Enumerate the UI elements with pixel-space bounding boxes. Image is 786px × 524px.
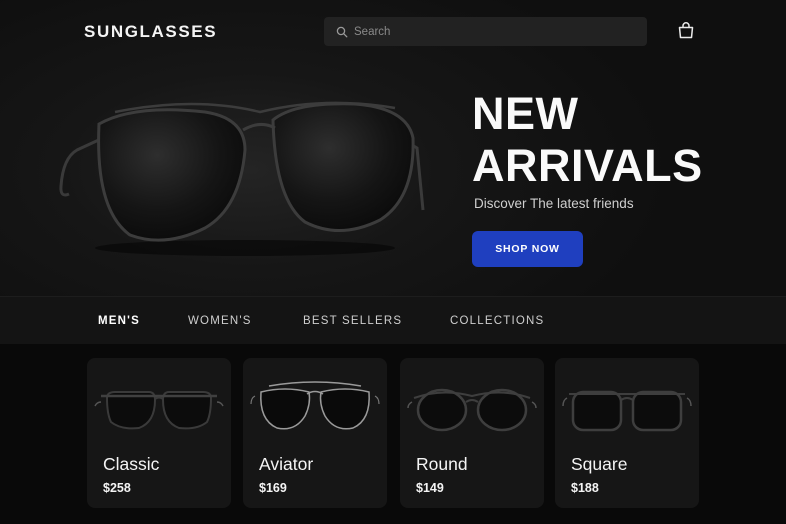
brand-logo[interactable]: SUNGLASSES [84, 22, 217, 42]
search-icon [336, 26, 348, 37]
shopping-bag-icon[interactable] [676, 21, 696, 41]
hero-title: NEW ARRIVALS [472, 88, 703, 192]
product-card-aviator[interactable]: Aviator $169 [243, 358, 387, 508]
product-grid: Classic $258 Aviator $169 Round $149 Squ… [0, 344, 786, 524]
category-nav: MEN'S WOMEN'S BEST SELLERS COLLECTIONS [0, 296, 786, 344]
classic-glasses-image [94, 391, 224, 430]
product-card-square[interactable]: Square $188 [555, 358, 699, 508]
hero-subtitle: Discover The latest friends [474, 196, 634, 211]
tab-mens[interactable]: MEN'S [98, 315, 140, 327]
hero-aviator-glasses-image [59, 101, 425, 256]
square-glasses-image [562, 390, 692, 432]
product-card-round[interactable]: Round $149 [400, 358, 544, 508]
hero-title-line-2: ARRIVALS [472, 140, 703, 191]
product-price: $169 [259, 481, 287, 495]
tab-best-sellers[interactable]: BEST SELLERS [303, 315, 402, 327]
round-glasses-image [407, 388, 537, 432]
tab-collections[interactable]: COLLECTIONS [450, 315, 544, 327]
product-name: Aviator [259, 454, 314, 474]
tab-womens[interactable]: WOMEN'S [188, 315, 252, 327]
search-bar[interactable]: Search [324, 17, 647, 46]
product-price: $188 [571, 481, 599, 495]
product-name: Classic [103, 454, 160, 474]
hero-title-line-1: NEW [472, 88, 579, 139]
hero-section: SUNGLASSES Search NEW ARRIVALS Discover … [0, 0, 786, 296]
aviator-glasses-image [250, 381, 380, 430]
product-price: $149 [416, 481, 444, 495]
search-input[interactable]: Search [354, 26, 390, 38]
product-name: Round [416, 454, 468, 474]
product-card-classic[interactable]: Classic $258 [87, 358, 231, 508]
product-price: $258 [103, 481, 131, 495]
site-header: SUNGLASSES Search [0, 0, 786, 62]
shop-now-button[interactable]: SHOP NOW [472, 231, 583, 267]
product-name: Square [571, 454, 628, 474]
